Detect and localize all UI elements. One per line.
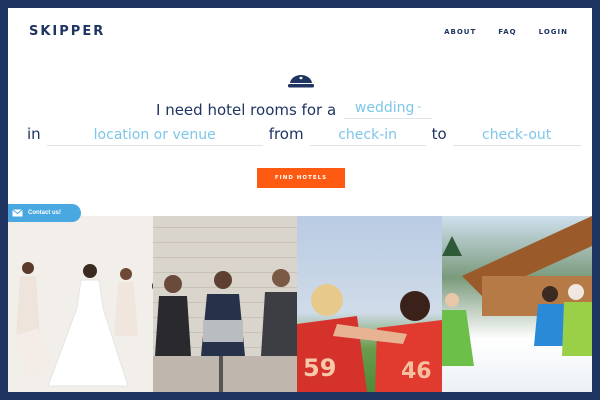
photo-wedding (8, 216, 153, 392)
svg-text:46: 46 (401, 359, 432, 384)
location-input[interactable]: location or venue (46, 127, 263, 146)
top-nav: ABOUT FAQ LOGIN (444, 28, 568, 36)
nav-faq-link[interactable]: FAQ (498, 28, 516, 36)
from-label: from (268, 125, 304, 143)
nav-login-link[interactable]: LOGIN (539, 28, 568, 36)
checkin-input[interactable]: check-in (309, 127, 426, 146)
photo-business (153, 216, 297, 392)
contact-us-button[interactable]: Contact us! (8, 204, 81, 222)
captain-hat-icon (288, 75, 314, 88)
search-sentence-line-2: in location or venue from check-in to ch… (21, 125, 591, 146)
contact-us-label: Contact us! (28, 210, 61, 216)
envelope-icon (12, 209, 23, 217)
photo-strip: 59 46 (8, 216, 592, 392)
brand-logo[interactable]: SKIPPER (29, 24, 105, 39)
find-hotels-button[interactable]: FIND HOTELS (257, 168, 345, 188)
page-frame: SKIPPER ABOUT FAQ LOGIN I need hotel roo… (8, 8, 592, 392)
to-label: to (431, 125, 447, 143)
photo-sports: 59 46 (297, 216, 442, 392)
photo-ski-trip (442, 216, 592, 392)
svg-text:59: 59 (303, 354, 336, 382)
sentence-start-text: I need hotel rooms for a (156, 101, 337, 119)
search-sentence-line-1: I need hotel rooms for a wedding - (156, 100, 433, 119)
occasion-value: wedding (354, 100, 415, 116)
occasion-dropdown[interactable]: wedding - (344, 100, 433, 119)
in-label: in (27, 125, 41, 143)
checkout-input[interactable]: check-out (452, 127, 581, 146)
occasion-caret: - (417, 100, 422, 113)
nav-about-link[interactable]: ABOUT (444, 28, 476, 36)
